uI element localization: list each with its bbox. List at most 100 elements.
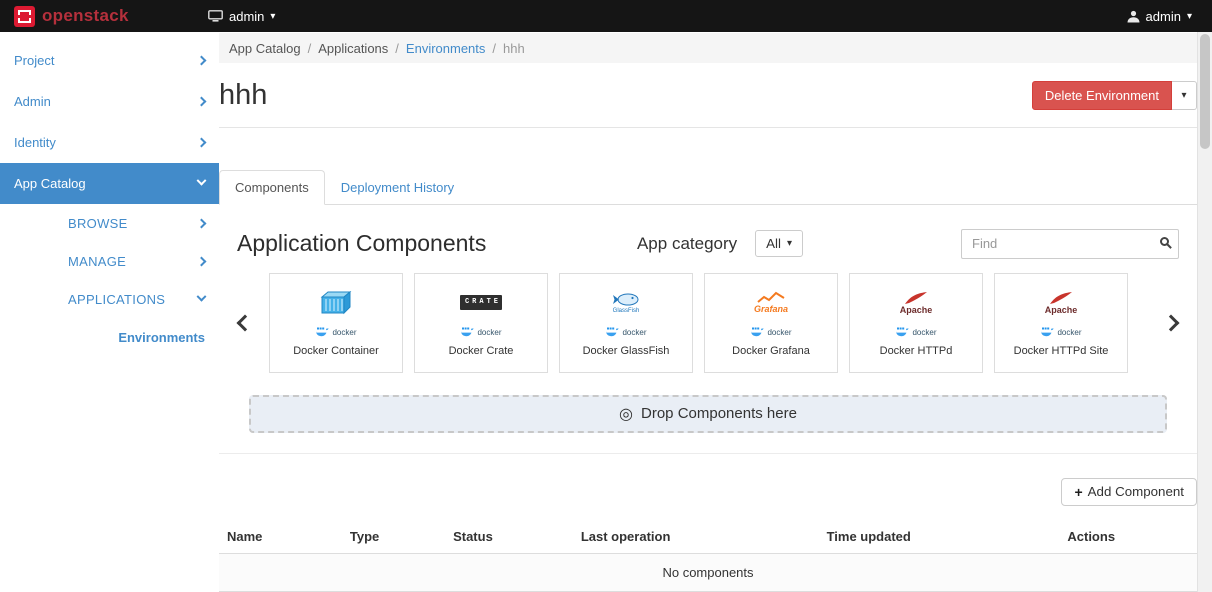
breadcrumb-app-catalog: App Catalog — [229, 41, 301, 56]
carousel-next-button[interactable] — [1163, 317, 1179, 329]
docker-whale-icon — [315, 327, 329, 337]
component-card-docker-container[interactable]: docker Docker Container — [269, 273, 403, 373]
vertical-scrollbar-thumb[interactable] — [1200, 34, 1210, 149]
sidebar-item-app-catalog[interactable]: App Catalog — [0, 163, 219, 204]
docker-whale-icon — [895, 327, 909, 337]
component-card-label: Docker Crate — [415, 345, 547, 357]
chevron-right-icon — [197, 138, 207, 148]
tab-components[interactable]: Components — [219, 170, 325, 205]
component-card-label: Docker GlassFish — [560, 345, 692, 357]
component-card-docker-httpd-site[interactable]: Apache docker Docker HTTPd Site — [994, 273, 1128, 373]
sidebar-item-label: Admin — [14, 94, 51, 109]
sidebar-item-label: Project — [14, 53, 54, 68]
breadcrumb: App Catalog / Applications / Environment… — [219, 33, 1197, 63]
brand-wordmark: openstack — [42, 6, 129, 26]
find-field-wrap — [961, 229, 1179, 259]
glassfish-icon: GlassFish — [560, 282, 692, 324]
app-category-label: App category — [637, 234, 737, 254]
component-cards: docker Docker Container CRATE docker Doc… — [269, 273, 1147, 373]
sidebar-item-project[interactable]: Project — [0, 40, 219, 81]
component-card-label: Docker Grafana — [705, 345, 837, 357]
title-divider — [219, 127, 1197, 128]
carousel-prev-button[interactable] — [237, 317, 253, 329]
sidebar-item-browse[interactable]: BROWSE — [0, 204, 219, 242]
tab-deployment-history[interactable]: Deployment History — [325, 170, 470, 205]
component-card-docker-crate[interactable]: CRATE docker Docker Crate — [414, 273, 548, 373]
chevron-right-icon — [1163, 314, 1180, 331]
region-switcher[interactable]: admin ▾ — [202, 0, 281, 32]
delete-environment-split-button: Delete Environment ▾ — [1032, 81, 1197, 110]
sidebar-item-admin[interactable]: Admin — [0, 81, 219, 122]
column-header-name: Name — [219, 520, 342, 554]
docker-badge-label: docker — [332, 328, 356, 337]
docker-whale-icon — [605, 327, 619, 337]
docker-badge: docker — [850, 326, 982, 339]
dropzone-label: Drop Components here — [641, 405, 797, 422]
chevron-down-icon — [197, 176, 207, 186]
docker-badge: docker — [415, 326, 547, 339]
add-component-label: Add Component — [1088, 484, 1184, 499]
component-card-label: Docker HTTPd Site — [995, 345, 1127, 357]
docker-whale-icon — [750, 327, 764, 337]
user-icon — [1127, 10, 1140, 23]
docker-badge: docker — [705, 326, 837, 339]
delete-environment-button[interactable]: Delete Environment — [1032, 81, 1172, 110]
table-header-row: Name Type Status Last operation Time upd… — [219, 520, 1197, 554]
vertical-scrollbar-track[interactable] — [1197, 32, 1212, 592]
column-header-type: Type — [342, 520, 445, 554]
sidebar-item-identity[interactable]: Identity — [0, 122, 219, 163]
find-input[interactable] — [961, 229, 1179, 259]
category-value: All — [766, 236, 781, 251]
glassfish-logo-text: GlassFish — [613, 308, 640, 314]
breadcrumb-separator: / — [308, 41, 312, 56]
components-carousel: docker Docker Container CRATE docker Doc… — [237, 273, 1179, 373]
breadcrumb-separator: / — [492, 41, 496, 56]
table-empty-row: No components — [219, 553, 1197, 591]
add-component-button[interactable]: + Add Component — [1061, 478, 1197, 506]
category-dropdown[interactable]: All ▾ — [755, 230, 803, 257]
caret-down-icon: ▾ — [787, 238, 792, 249]
sidebar-item-label: Environments — [118, 330, 205, 345]
sidebar-item-manage[interactable]: MANAGE — [0, 242, 219, 280]
docker-badge-label: docker — [477, 328, 501, 337]
region-label: admin — [229, 9, 264, 24]
tab-bar: Components Deployment History — [219, 170, 1197, 205]
sidebar-item-applications[interactable]: APPLICATIONS — [0, 280, 219, 318]
apache-icon: Apache — [850, 282, 982, 324]
grafana-logo-text: Grafana — [754, 305, 788, 314]
openstack-brand[interactable]: openstack — [14, 6, 202, 27]
docker-whale-icon — [1040, 327, 1054, 337]
delete-environment-dropdown-toggle[interactable]: ▾ — [1172, 81, 1197, 110]
target-icon: ◎ — [619, 404, 633, 424]
docker-whale-icon — [460, 327, 474, 337]
caret-down-icon: ▾ — [1181, 90, 1186, 101]
drop-components-zone[interactable]: ◎ Drop Components here — [249, 395, 1167, 433]
page-title: hhh — [219, 78, 267, 113]
plus-icon: + — [1074, 484, 1082, 500]
breadcrumb-environments-link[interactable]: Environments — [406, 41, 485, 56]
column-header-last-operation: Last operation — [573, 520, 819, 554]
caret-down-icon: ▾ — [270, 11, 275, 22]
user-menu[interactable]: admin ▾ — [1121, 0, 1198, 32]
component-card-docker-glassfish[interactable]: GlassFish docker Docker GlassFish — [559, 273, 693, 373]
sidebar-item-label: APPLICATIONS — [68, 292, 165, 307]
components-panel: Application Components App category All … — [219, 229, 1197, 454]
components-table: Name Type Status Last operation Time upd… — [219, 520, 1197, 592]
docker-badge-label: docker — [1057, 328, 1081, 337]
user-label: admin — [1146, 9, 1181, 24]
components-heading: Application Components — [237, 230, 486, 257]
chevron-right-icon — [197, 256, 207, 266]
component-card-docker-httpd[interactable]: Apache docker Docker HTTPd — [849, 273, 983, 373]
openstack-logo-icon — [14, 6, 35, 27]
sidebar-item-environments[interactable]: Environments — [0, 318, 219, 356]
search-icon[interactable] — [1160, 237, 1169, 246]
component-card-label: Docker HTTPd — [850, 345, 982, 357]
breadcrumb-current: hhh — [503, 41, 525, 56]
docker-badge-label: docker — [767, 328, 791, 337]
apache-icon: Apache — [995, 282, 1127, 324]
component-card-docker-grafana[interactable]: Grafana docker Docker Grafana — [704, 273, 838, 373]
docker-badge: docker — [560, 326, 692, 339]
apache-logo-text: Apache — [900, 306, 933, 315]
breadcrumb-separator: / — [395, 41, 399, 56]
panel-divider — [219, 453, 1197, 454]
